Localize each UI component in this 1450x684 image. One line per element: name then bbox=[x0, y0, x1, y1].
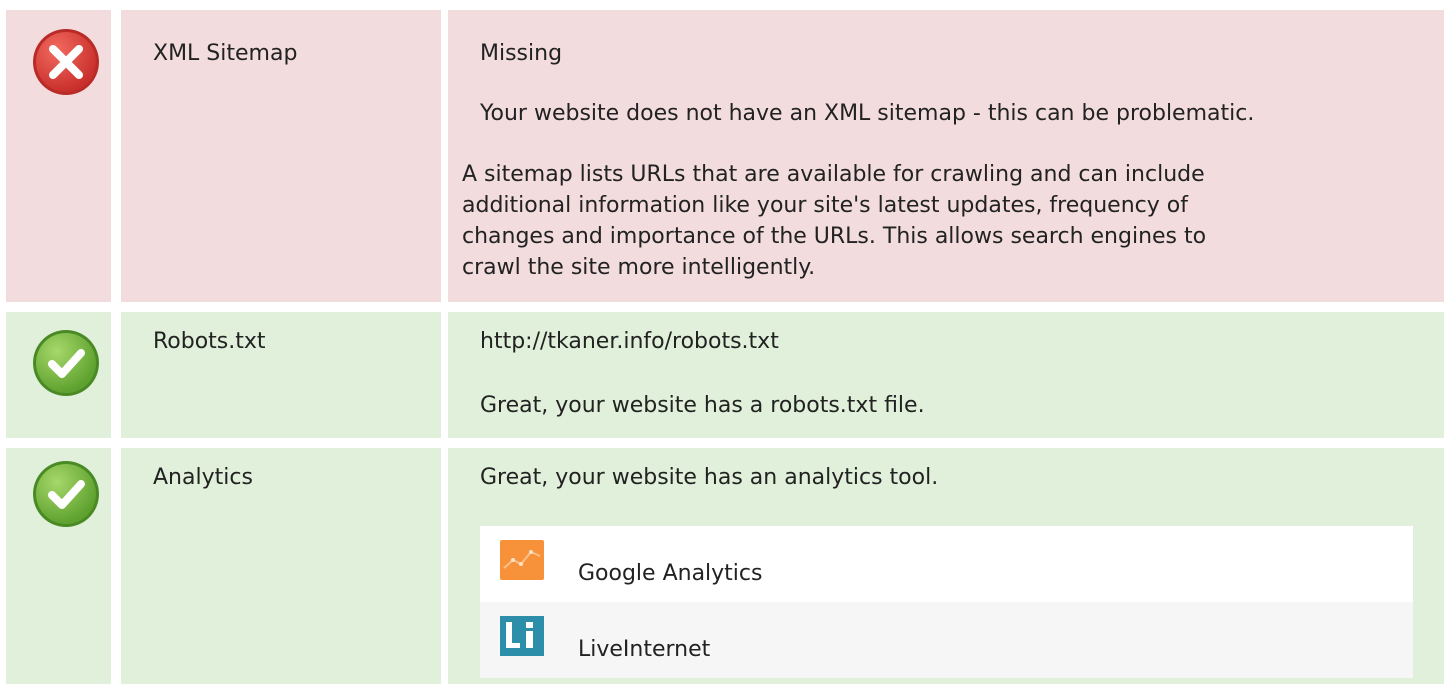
sitemap-message: Your website does not have an XML sitema… bbox=[480, 101, 1255, 126]
robots-message: Great, your website has a robots.txt fil… bbox=[480, 393, 925, 418]
sitemap-description-line: crawl the site more intelligently. bbox=[462, 255, 816, 280]
analytics-message: Great, your website has an analytics too… bbox=[480, 465, 939, 490]
google-analytics-icon bbox=[500, 540, 544, 580]
sitemap-status-cell bbox=[6, 10, 111, 302]
robots-label-cell: Robots.txt bbox=[121, 312, 441, 438]
green-check-icon bbox=[33, 461, 99, 527]
robots-url-link[interactable]: http://tkaner.info/robots.txt bbox=[480, 327, 779, 357]
robots-label: Robots.txt bbox=[153, 329, 266, 354]
red-cross-icon bbox=[33, 29, 99, 95]
sitemap-value: Missing bbox=[480, 41, 563, 66]
sitemap-details-cell: Missing Your website does not have an XM… bbox=[448, 10, 1444, 302]
sitemap-label: XML Sitemap bbox=[153, 41, 298, 66]
analytics-label: Analytics bbox=[153, 465, 253, 490]
tool-name: LiveInternet bbox=[578, 637, 711, 662]
tool-name: Google Analytics bbox=[578, 561, 763, 586]
analytics-status-cell bbox=[6, 448, 111, 684]
sitemap-description-line: A sitemap lists URLs that are available … bbox=[462, 162, 1205, 187]
sitemap-description-line: changes and importance of the URLs. This… bbox=[462, 224, 1207, 249]
sitemap-label-cell: XML Sitemap bbox=[121, 10, 441, 302]
analytics-tools-list: Google Analytics LiveInternet bbox=[480, 526, 1413, 678]
green-check-icon bbox=[33, 330, 99, 396]
liveinternet-icon bbox=[500, 616, 544, 656]
analytics-label-cell: Analytics bbox=[121, 448, 441, 684]
sitemap-description-line: additional information like your site's … bbox=[462, 193, 1188, 218]
list-item: LiveInternet bbox=[480, 602, 1413, 678]
list-item: Google Analytics bbox=[480, 526, 1413, 602]
robots-details-cell: http://tkaner.info/robots.txt Great, you… bbox=[448, 312, 1444, 438]
robots-status-cell bbox=[6, 312, 111, 438]
sitemap-description: A sitemap lists URLs that are available … bbox=[462, 159, 1206, 283]
